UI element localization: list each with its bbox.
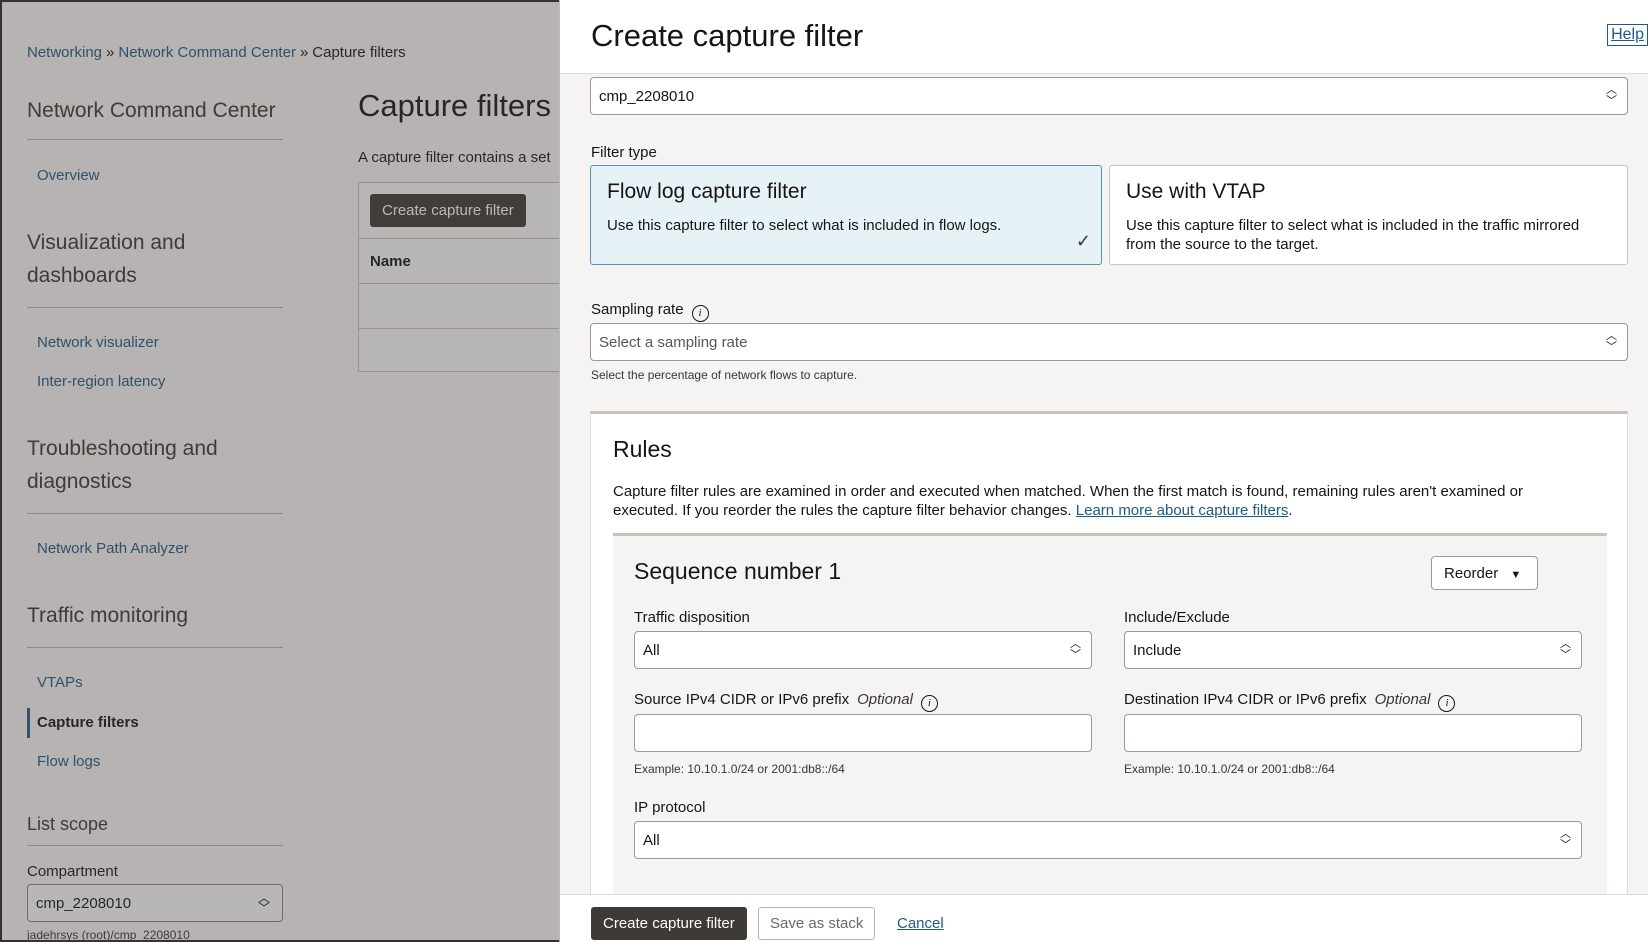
create-capture-filter-submit-button[interactable]: Create capture filter bbox=[591, 907, 747, 940]
compartment-select[interactable]: cmp_2208010 ︿ ﹀ bbox=[590, 77, 1628, 115]
destination-cidr-example: Example: 10.10.1.0/24 or 2001:db8::/64 bbox=[1124, 762, 1335, 776]
drawer-footer: Create capture filter Save as stack Canc… bbox=[560, 894, 1648, 942]
rules-description: Capture filter rules are examined in ord… bbox=[613, 483, 1523, 519]
drawer-title: Create capture filter bbox=[591, 18, 864, 53]
help-link[interactable]: Help bbox=[1607, 24, 1648, 46]
checkmark-icon: ✓ bbox=[1075, 231, 1091, 251]
sampling-rate-help: Select the percentage of network flows t… bbox=[591, 368, 858, 382]
rules-title: Rules bbox=[613, 436, 672, 462]
reorder-label: Reorder bbox=[1444, 565, 1499, 582]
ip-protocol-label: IP protocol bbox=[634, 799, 706, 816]
destination-cidr-label: Destination IPv4 CIDR or IPv6 prefix Opti… bbox=[1124, 691, 1456, 712]
source-cidr-label-text: Source IPv4 CIDR or IPv6 prefix bbox=[634, 691, 850, 708]
select-arrows-icon: ︿ ﹀ bbox=[1606, 84, 1617, 107]
source-cidr-example: Example: 10.10.1.0/24 or 2001:db8::/64 bbox=[634, 762, 845, 776]
card-description: Use this capture filter to select what i… bbox=[1126, 217, 1580, 253]
sampling-rate-placeholder: Select a sampling rate bbox=[599, 334, 748, 351]
sampling-rate-select[interactable]: Select a sampling rate ︿ ﹀ bbox=[590, 323, 1628, 361]
learn-more-link[interactable]: Learn more about capture filters bbox=[1076, 502, 1289, 519]
compartment-select-value: cmp_2208010 bbox=[599, 88, 695, 105]
card-title: Flow log capture filter bbox=[607, 180, 807, 203]
reorder-button[interactable]: Reorder ▼ bbox=[1431, 556, 1538, 590]
rules-panel: Rules Capture filter rules are examined … bbox=[590, 411, 1628, 933]
destination-cidr-label-text: Destination IPv4 CIDR or IPv6 prefix bbox=[1124, 691, 1367, 708]
include-exclude-select[interactable]: Include ︿ ﹀ bbox=[1124, 631, 1582, 669]
destination-cidr-input[interactable] bbox=[1124, 714, 1582, 752]
cancel-link[interactable]: Cancel bbox=[897, 915, 944, 932]
select-arrows-icon: ︿ ﹀ bbox=[1560, 828, 1571, 851]
save-as-stack-button[interactable]: Save as stack bbox=[758, 907, 876, 940]
info-icon[interactable]: i bbox=[1438, 695, 1456, 712]
rules-description-text: Capture filter rules are examined in ord… bbox=[613, 483, 1523, 519]
include-exclude-value: Include bbox=[1133, 642, 1182, 659]
caret-down-icon: ▼ bbox=[1510, 569, 1522, 581]
source-cidr-label: Source IPv4 CIDR or IPv6 prefix Optional i bbox=[634, 691, 938, 712]
filter-type-card-vtap[interactable]: Use with VTAP Use this capture filter to… bbox=[1109, 165, 1628, 265]
include-exclude-label: Include/Exclude bbox=[1124, 609, 1230, 626]
filter-type-card-flow-log[interactable]: Flow log capture filter Use this capture… bbox=[590, 165, 1102, 265]
sequence-box: Sequence number 1 Reorder ▼ Traffic disp… bbox=[613, 533, 1607, 933]
filter-type-label: Filter type bbox=[591, 144, 657, 161]
drawer-header: Create capture filter Help bbox=[560, 0, 1648, 74]
select-arrows-icon: ︿ ﹀ bbox=[1560, 638, 1571, 661]
sampling-rate-label: Sampling rate i bbox=[591, 301, 709, 322]
select-arrows-icon: ︿ ﹀ bbox=[1070, 638, 1081, 661]
ip-protocol-select[interactable]: All ︿ ﹀ bbox=[634, 821, 1582, 859]
sequence-title: Sequence number 1 bbox=[634, 558, 842, 584]
card-title: Use with VTAP bbox=[1126, 180, 1266, 203]
modal-overlay[interactable] bbox=[0, 0, 559, 942]
card-description: Use this capture filter to select what i… bbox=[607, 217, 1002, 234]
optional-label: Optional bbox=[1374, 691, 1431, 708]
info-icon[interactable]: i bbox=[920, 695, 938, 712]
traffic-disposition-value: All bbox=[643, 642, 660, 659]
info-icon[interactable]: i bbox=[691, 305, 709, 322]
optional-label: Optional bbox=[857, 691, 913, 708]
traffic-disposition-label: Traffic disposition bbox=[634, 609, 750, 626]
source-cidr-input[interactable] bbox=[634, 714, 1092, 752]
traffic-disposition-select[interactable]: All ︿ ﹀ bbox=[634, 631, 1092, 669]
create-capture-filter-drawer: Create capture filter Help cmp_2208010 ︿… bbox=[559, 0, 1648, 942]
ip-protocol-value: All bbox=[643, 832, 660, 849]
select-arrows-icon: ︿ ﹀ bbox=[1606, 330, 1617, 353]
sampling-rate-label-text: Sampling rate bbox=[591, 301, 684, 318]
